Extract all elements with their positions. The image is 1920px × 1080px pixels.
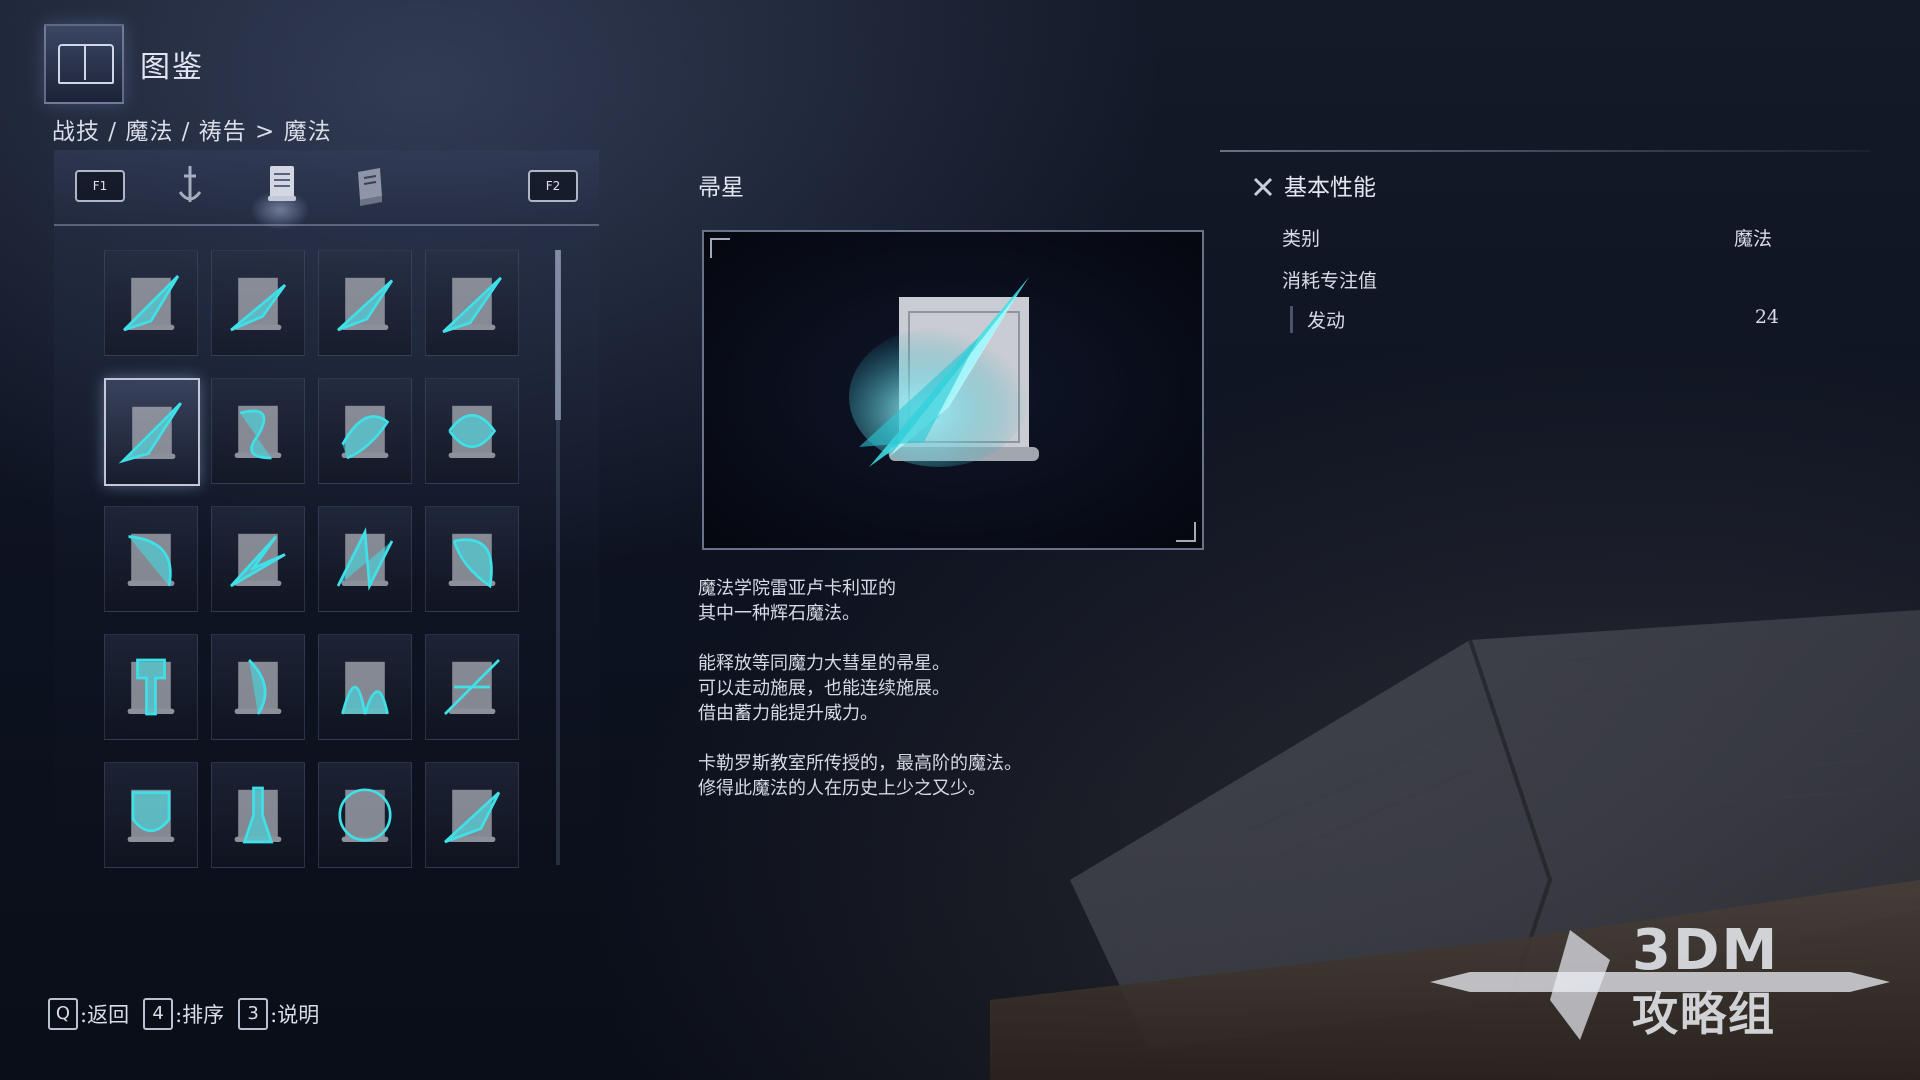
ash-of-war-icon[interactable] xyxy=(166,162,214,210)
spell-slot[interactable] xyxy=(318,634,412,740)
phantom-sorcery-scroll-icon xyxy=(234,786,282,844)
hint-label: :说明 xyxy=(270,1003,320,1027)
shard-spiral-scroll-icon xyxy=(234,405,282,460)
watermark-line2: 攻略组 xyxy=(1632,987,1776,1041)
description-paragraph: 卡勒罗斯教室所传授的，最高阶的魔法。 修得此魔法的人在历史上少之又少。 xyxy=(698,753,1022,799)
shield-sorcery-scroll-icon xyxy=(127,789,175,842)
back-hint[interactable]: Q :返回 xyxy=(48,998,129,1030)
hammer-sorcery-scroll-icon xyxy=(127,658,175,716)
stat-value: 魔法 xyxy=(1733,228,1772,250)
glintstone-arc-scroll-icon xyxy=(230,277,287,332)
stat-row-cast: 发动 24 xyxy=(1290,306,1779,333)
spell-slot[interactable] xyxy=(318,378,412,484)
glintblade-scroll-icon xyxy=(127,533,175,587)
category-tab-bar xyxy=(54,150,599,226)
spell-slot[interactable] xyxy=(211,634,305,740)
spell-slot[interactable] xyxy=(104,634,198,740)
page-title: 图鉴 xyxy=(140,50,204,85)
spell-slot[interactable] xyxy=(104,250,198,356)
crystal-release-scroll-icon xyxy=(230,533,286,588)
spell-slot[interactable] xyxy=(211,762,305,868)
stat-row-fp: 消耗专注值 xyxy=(1282,266,1772,293)
hint-key: 3 xyxy=(238,998,269,1030)
stat-value: 24 xyxy=(1754,306,1779,328)
hint-label: :返回 xyxy=(80,1003,130,1027)
stat-label: 消耗专注值 xyxy=(1282,270,1378,292)
spell-slot[interactable] xyxy=(425,762,519,868)
book-icon xyxy=(58,44,114,84)
spell-slot[interactable] xyxy=(104,378,200,486)
prev-tab-key[interactable]: F1 xyxy=(75,170,125,202)
spell-preview xyxy=(702,230,1204,550)
comet-scroll-icon xyxy=(849,277,1039,467)
swift-glintstone-scroll-icon xyxy=(341,405,390,460)
control-hints: Q :返回 4 :排序 3 :说明 xyxy=(48,998,319,1030)
compendium-app-icon xyxy=(44,24,124,104)
stat-label: 发动 xyxy=(1307,310,1346,332)
breadcrumb: 战技 / 魔法 / 祷告 > 魔法 xyxy=(52,119,332,145)
vortex-sorcery-scroll-icon xyxy=(338,788,392,842)
spell-slot[interactable] xyxy=(425,378,519,484)
blade-sorcery-scroll-icon xyxy=(444,659,500,715)
spell-slot[interactable] xyxy=(211,250,305,356)
spell-slot[interactable] xyxy=(318,506,412,612)
spell-slot[interactable] xyxy=(104,506,198,612)
crossed-swords-icon xyxy=(1253,177,1273,197)
spell-grid xyxy=(104,250,524,870)
sorcery-scroll-icon[interactable] xyxy=(258,160,306,208)
meteor-sorcery-scroll-icon xyxy=(444,789,501,844)
description-paragraph: 魔法学院雷亚卢卡利亚的 其中一种辉石魔法。 xyxy=(698,578,896,624)
stats-header: 基本性能 xyxy=(1252,168,1376,202)
spell-slot[interactable] xyxy=(425,634,519,740)
watermark-line1: 3DM xyxy=(1632,918,1780,983)
sort-hint[interactable]: 4 :排序 xyxy=(143,998,224,1030)
spell-description: 魔法学院雷亚卢卡利亚的 其中一种辉石魔法。 能释放等同魔力大彗星的帚星。 可以走… xyxy=(698,576,1258,826)
great-glintstone-shard-scroll-icon xyxy=(234,659,282,715)
shatter-earth-scroll-icon xyxy=(336,527,394,591)
spiral-sorcery-scroll-icon xyxy=(448,405,497,458)
spell-slot[interactable] xyxy=(211,378,305,484)
burst-sorcery-scroll-icon xyxy=(341,661,389,715)
info-hint[interactable]: 3 :说明 xyxy=(238,998,319,1030)
next-tab-key[interactable]: F2 xyxy=(528,170,578,202)
stat-row-category: 类别 魔法 xyxy=(1282,224,1772,251)
incantation-book-icon[interactable] xyxy=(346,162,394,210)
stats-header-label: 基本性能 xyxy=(1284,175,1376,201)
crystal-barrage-scroll-icon xyxy=(442,276,502,334)
hint-key: Q xyxy=(48,998,78,1030)
stats-divider xyxy=(1220,150,1870,152)
glintstone-stars-scroll-icon xyxy=(337,277,394,332)
glintstone-pebble-scroll-icon xyxy=(123,275,180,332)
spell-slot[interactable] xyxy=(318,762,412,868)
hint-label: :排序 xyxy=(175,1003,225,1027)
stat-label: 类别 xyxy=(1282,228,1321,250)
spell-name: 帚星 xyxy=(698,175,744,201)
comet-scroll-icon xyxy=(118,402,182,464)
description-paragraph: 能释放等同魔力大彗星的帚星。 可以走动施展，也能连续施展。 借由蓄力能提升威力。 xyxy=(698,653,950,724)
rock-sling-scroll-icon xyxy=(448,533,496,589)
spell-slot[interactable] xyxy=(425,250,519,356)
spell-slot[interactable] xyxy=(318,250,412,356)
spell-slot[interactable] xyxy=(425,506,519,612)
hint-key: 4 xyxy=(143,998,174,1030)
spell-slot[interactable] xyxy=(104,762,198,868)
spell-slot[interactable] xyxy=(211,506,305,612)
scrollbar-thumb[interactable] xyxy=(555,250,561,420)
